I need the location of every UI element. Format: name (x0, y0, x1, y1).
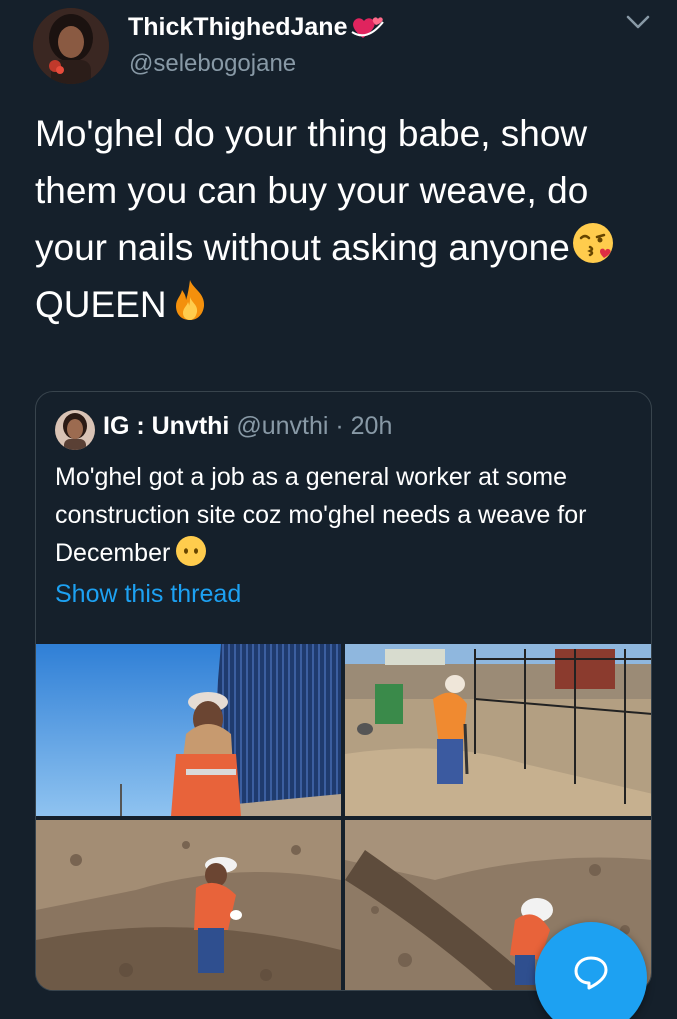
author-name-text: ThickThighedJane (128, 12, 348, 41)
quoted-tweet-time: 20h (350, 412, 393, 440)
meta-separator: · (328, 412, 351, 440)
quoted-author-avatar (55, 410, 95, 450)
chevron-down-icon[interactable] (625, 12, 651, 32)
fire-icon (167, 277, 213, 323)
photo-digging-by-fence[interactable] (345, 644, 651, 816)
quoted-tweet-text: Mo'ghel got a job as a general worker at… (55, 458, 640, 572)
tweet-text-main: Mo'ghel do your thing babe, show them yo… (35, 113, 589, 268)
quoted-tweet-header: IG : Unvthi @unvthi · 20h (103, 412, 392, 441)
quoted-tweet-card[interactable]: IG : Unvthi @unvthi · 20h Mo'ghel got a … (35, 391, 652, 991)
tweet-text: Mo'ghel do your thing babe, show them yo… (35, 105, 655, 333)
face-blowing-kiss-icon (570, 220, 616, 266)
photo-trench-digging[interactable] (36, 820, 341, 990)
quoted-author-handle: @unvthi (236, 412, 329, 440)
neutral-face-icon (174, 534, 208, 568)
author-display-name[interactable]: ThickThighedJane (128, 12, 385, 42)
author-avatar[interactable] (33, 8, 109, 84)
quoted-tweet-body: Mo'ghel got a job as a general worker at… (55, 463, 587, 567)
quoted-author-name: IG : Unvthi (103, 412, 230, 440)
revolving-hearts-icon (349, 12, 385, 42)
show-thread-link[interactable]: Show this thread (55, 580, 241, 609)
compose-reply-icon (572, 922, 610, 997)
tweet-text-queen: QUEEN (35, 284, 167, 325)
author-handle[interactable]: @selebogojane (129, 50, 296, 78)
tweet-detail-page: ThickThighedJane @selebogojane Mo'ghel d… (0, 0, 677, 1019)
photo-woman-by-fence[interactable] (36, 644, 341, 816)
